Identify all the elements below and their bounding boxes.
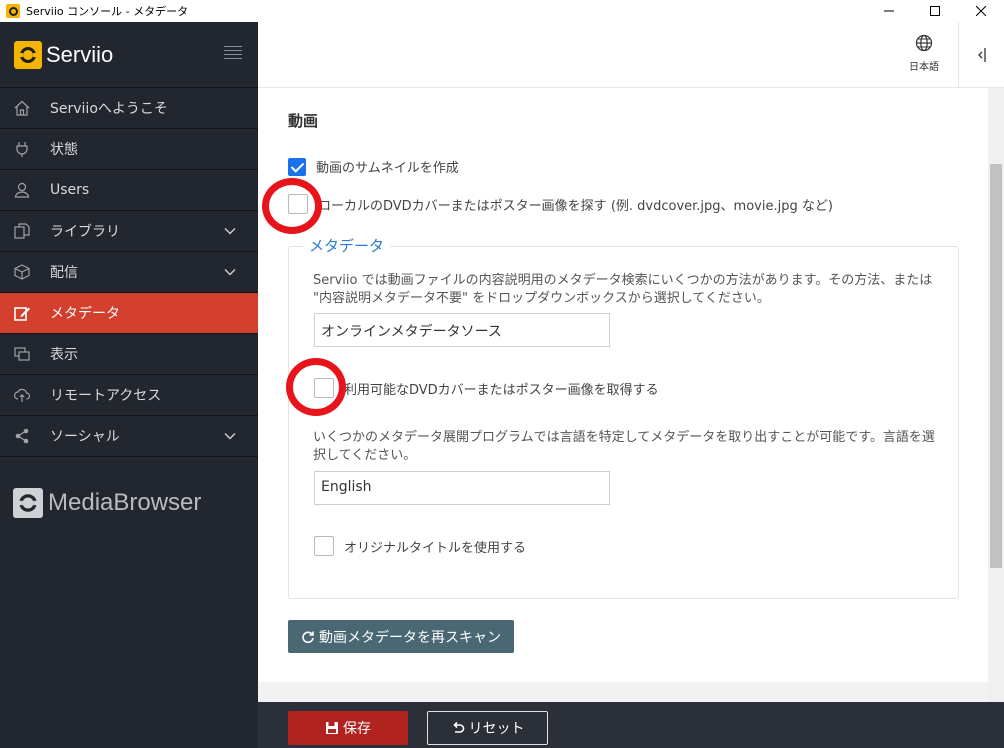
sidebar-item[interactable]: Users [0, 170, 258, 211]
brand-name: Serviio [46, 41, 114, 67]
chevron-down-icon[interactable] [223, 265, 237, 279]
original-title-row[interactable]: オリジナルタイトルを使用する [314, 536, 526, 556]
sidebar-item[interactable]: 表示 [0, 334, 258, 375]
sidebar-item[interactable]: ライブラリ [0, 211, 258, 252]
local-cover-row[interactable]: ローカルのDVDカバーまたはポスター画像を探す (例. dvdcover.jpg… [288, 194, 833, 214]
sidebar-item-label: ソーシャル [50, 429, 120, 445]
scrollbar-thumb[interactable] [990, 164, 1002, 568]
metadata-panel: 動画 動画のサムネイルを作成 ローカルのDVDカバーまたはポスター画像を探す (… [258, 88, 988, 682]
top-header: 日本語 [258, 22, 1004, 88]
serviio-logo-icon [14, 40, 42, 69]
mediabrowser-logo[interactable]: MediaBrowser [13, 488, 201, 518]
metadata-source-select[interactable]: オンラインメタデータソース [314, 313, 610, 347]
annotation-circle [286, 358, 346, 416]
home-icon [12, 99, 32, 117]
fetch-cover-label: 利用可能なDVDカバーまたはポスター画像を取得する [344, 382, 659, 398]
sidebar-item-label: ライブラリ [50, 224, 120, 240]
sidebar-item[interactable]: メタデータ [0, 293, 258, 334]
save-label: 保存 [343, 721, 371, 737]
close-icon [976, 6, 986, 16]
reset-label: リセット [468, 721, 525, 737]
sidebar-item[interactable]: Serviioへようこそ [0, 88, 258, 129]
rescan-label: 動画メタデータを再スキャン [319, 629, 501, 646]
metadata-language-select[interactable]: English [314, 471, 610, 505]
reset-button[interactable]: リセット [427, 711, 548, 745]
minimize-button[interactable] [866, 0, 912, 22]
globe-icon [915, 34, 933, 52]
mediabrowser-icon [13, 488, 43, 518]
maximize-icon [930, 6, 940, 16]
create-thumbnails-label: 動画のサムネイルを作成 [316, 161, 459, 176]
scrollbar[interactable] [988, 88, 1004, 702]
sidebar-item-label: リモートアクセス [50, 388, 162, 404]
create-thumbnails-checkbox[interactable] [288, 157, 306, 176]
sidebar-item-label: 状態 [50, 142, 78, 158]
undo-icon [452, 721, 464, 733]
sidebar-item[interactable]: 配信 [0, 252, 258, 293]
rescan-metadata-button[interactable]: 動画メタデータを再スキャン [288, 620, 514, 653]
share-icon [12, 427, 32, 445]
close-window-button[interactable] [958, 0, 1004, 22]
user-icon [12, 181, 32, 199]
files-icon [12, 222, 32, 240]
windows-icon [12, 345, 32, 363]
window-titlebar: Serviio コンソール - メタデータ [0, 0, 1004, 22]
cloud-upload-icon [12, 386, 32, 404]
minimize-icon [884, 10, 894, 12]
window-controls [866, 0, 1004, 22]
footer-bar: 保存 リセット [258, 702, 1004, 748]
local-cover-label: ローカルのDVDカバーまたはポスター画像を探す (例. dvdcover.jpg… [318, 198, 833, 214]
language-description: いくつかのメタデータ展開プログラムでは言語を特定してメタデータを取り出すことが可… [313, 430, 935, 463]
hamburger-menu-icon[interactable] [224, 46, 242, 60]
cube-icon [12, 263, 32, 281]
metadata-legend: メタデータ [303, 235, 391, 256]
sidebar-item[interactable]: ソーシャル [0, 416, 258, 457]
original-title-label: オリジナルタイトルを使用する [344, 540, 527, 556]
collapse-left-icon [977, 48, 986, 62]
chevron-down-icon[interactable] [223, 224, 237, 238]
refresh-icon [302, 630, 314, 643]
metadata-description: Serviio では動画ファイルの内容説明用のメタデータ検索にいくつかの方法があ… [313, 273, 933, 306]
serviio-app-icon [6, 4, 20, 18]
section-title: 動画 [288, 112, 319, 130]
sidebar-item-label: Serviioへようこそ [50, 101, 168, 117]
save-button[interactable]: 保存 [288, 711, 408, 745]
sidebar-item[interactable]: リモートアクセス [0, 375, 258, 416]
plug-icon [12, 140, 32, 158]
sidebar-item-label: Users [50, 182, 90, 198]
language-label: 日本語 [909, 62, 939, 73]
sidebar-item-label: 表示 [50, 347, 78, 363]
sidebar: Serviio Serviioへようこそ 状態 Users ライブラリ配信メタデータ表… [0, 22, 258, 748]
brand: Serviio [0, 22, 258, 88]
sidebar-item-label: メタデータ [50, 306, 120, 322]
window-title: Serviio コンソール - メタデータ [26, 5, 189, 18]
language-button[interactable]: 日本語 [904, 34, 944, 73]
annotation-circle [262, 178, 322, 234]
collapse-panel-button[interactable] [958, 22, 1004, 88]
save-icon [326, 722, 338, 734]
sidebar-item[interactable]: 状態 [0, 129, 258, 170]
original-title-checkbox[interactable] [314, 536, 334, 556]
sidebar-item-label: 配信 [50, 265, 78, 281]
maximize-button[interactable] [912, 0, 958, 22]
chevron-down-icon[interactable] [223, 429, 237, 443]
metadata-fieldset: メタデータ Serviio では動画ファイルの内容説明用のメタデータ検索にいくつ… [288, 235, 959, 599]
mediabrowser-label: MediaBrowser [48, 489, 202, 516]
create-thumbnails-row[interactable]: 動画のサムネイルを作成 [288, 157, 459, 176]
edit-icon [12, 304, 32, 322]
fetch-cover-row[interactable]: 利用可能なDVDカバーまたはポスター画像を取得する [314, 378, 659, 398]
